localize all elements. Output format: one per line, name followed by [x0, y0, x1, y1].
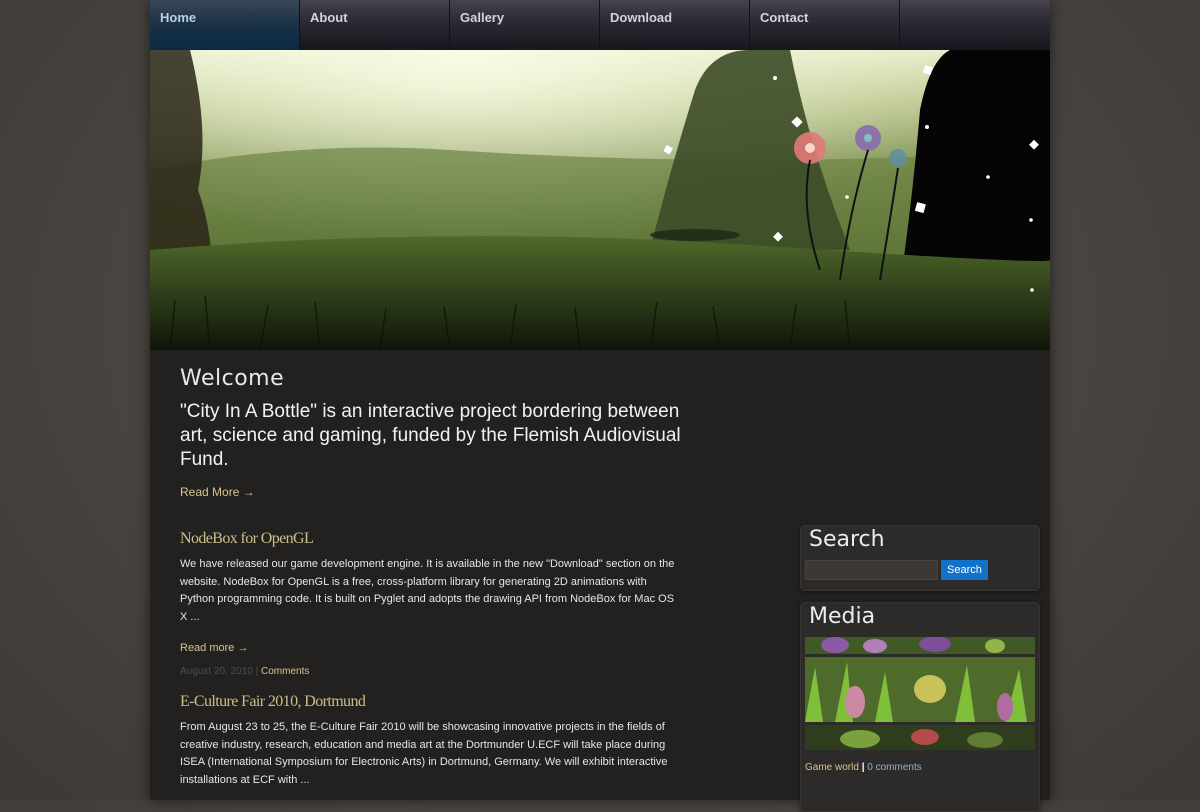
- post-meta: August 20, 2010 | Comments: [180, 666, 680, 677]
- media-category[interactable]: Game world: [805, 762, 859, 773]
- post-eculture: E-Culture Fair 2010, Dortmund From Augus…: [180, 693, 680, 789]
- welcome-heading: Welcome: [180, 366, 285, 391]
- search-input[interactable]: [805, 560, 938, 580]
- media-thumbnails: [805, 637, 1035, 753]
- media-thumbnail[interactable]: [805, 637, 1035, 654]
- post-date: August 20, 2010: [180, 666, 253, 678]
- intro-text: "City In A Bottle" is an interactive pro…: [180, 401, 681, 470]
- hero-banner: [150, 50, 1050, 350]
- nav-empty-slot: [900, 0, 1050, 50]
- nav-download[interactable]: Download: [600, 0, 750, 50]
- post-title[interactable]: NodeBox for OpenGL: [180, 530, 680, 548]
- media-widget: Media Game world | 0 comments: [800, 602, 1040, 812]
- media-caption: Game world | 0 comments: [805, 762, 922, 773]
- welcome-read-more-link[interactable]: Read More →: [180, 485, 255, 499]
- post-read-more-link[interactable]: Read more →: [180, 642, 248, 654]
- page-container: Home About Gallery Download Contact Welc…: [150, 0, 1050, 812]
- post-comments-link[interactable]: Comments: [261, 666, 309, 677]
- main-nav: Home About Gallery Download Contact: [150, 0, 1050, 50]
- nav-gallery[interactable]: Gallery: [450, 0, 600, 50]
- nav-contact[interactable]: Contact: [750, 0, 900, 50]
- search-button[interactable]: Search: [941, 560, 988, 580]
- search-widget: Search Search: [800, 525, 1040, 591]
- media-thumbnail[interactable]: [805, 725, 1035, 750]
- post-title[interactable]: E-Culture Fair 2010, Dortmund: [180, 693, 680, 711]
- post-body: From August 23 to 25, the E-Culture Fair…: [180, 721, 668, 786]
- hero-illustration: [150, 50, 1050, 350]
- meta-separator: |: [255, 666, 259, 678]
- search-widget-title: Search: [809, 527, 885, 552]
- media-comments-link[interactable]: 0 comments: [867, 762, 921, 773]
- post-body: We have released our game development en…: [180, 558, 675, 623]
- nav-about[interactable]: About: [300, 0, 450, 50]
- search-form: Search: [805, 560, 988, 580]
- media-separator: |: [861, 762, 865, 773]
- media-thumbnail[interactable]: [805, 657, 1035, 722]
- media-widget-title: Media: [809, 604, 876, 629]
- post-nodebox: NodeBox for OpenGL We have released our …: [180, 530, 680, 677]
- nav-home[interactable]: Home: [150, 0, 300, 50]
